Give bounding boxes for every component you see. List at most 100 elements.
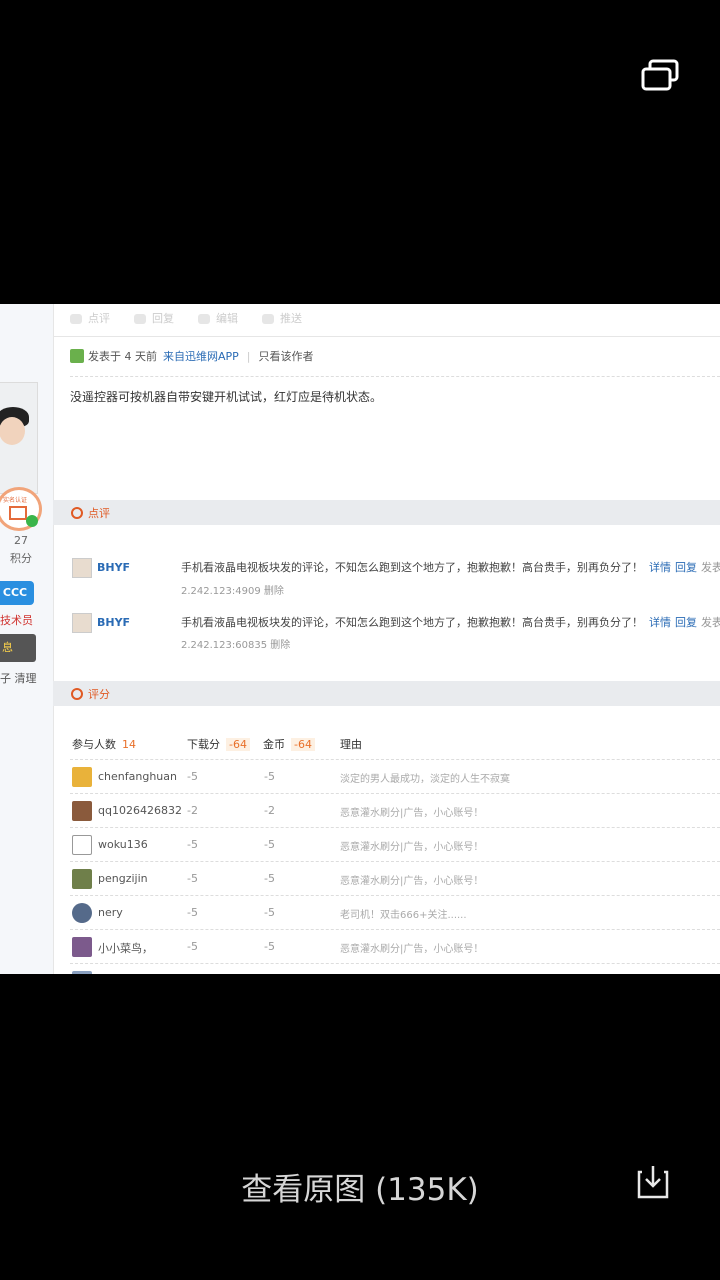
download-label: 下载分 — [187, 738, 220, 751]
rating-header: 评分 — [53, 681, 720, 706]
rater-name[interactable]: chenfanghuan — [98, 770, 177, 783]
comment-ip: 2.242.123:4909 — [181, 586, 261, 597]
table-row — [70, 963, 720, 974]
avatar[interactable] — [72, 835, 92, 855]
verified-badge-icon: 实名认证 — [0, 487, 42, 531]
coin-score: -5 — [264, 770, 275, 783]
detail-link[interactable]: 详情 — [649, 616, 671, 629]
avatar[interactable] — [72, 937, 92, 957]
message-button[interactable]: 息 — [0, 634, 36, 662]
reason-header: 理由 — [340, 738, 362, 751]
rating-reason: 淡定的男人最成功，淡定的人生不寂寞 — [340, 774, 510, 785]
window-restore-icon[interactable] — [640, 58, 680, 92]
comment-author[interactable]: BHYF — [97, 561, 130, 574]
table-row: chenfanghuan -5 -5 淡定的男人最成功，淡定的人生不寂寞 — [70, 759, 720, 794]
screenshot-image: 实名认证 27 积分 CCC 技术员 息 子 清理 点评 回复 编辑 推送 发表… — [0, 304, 720, 974]
rater-name[interactable]: nery — [98, 906, 123, 919]
download-score: -5 — [187, 770, 198, 783]
avatar[interactable] — [72, 767, 92, 787]
coins-label: 金币 — [263, 738, 285, 751]
download-score: -5 — [187, 838, 198, 851]
table-row: pengzijin -5 -5 恶意灌水刷分|广告，小心账号！ — [70, 861, 720, 896]
points-label: 积分 — [10, 552, 32, 565]
reply-link[interactable]: 回复 — [675, 616, 697, 629]
reply-button[interactable]: 回复 — [134, 310, 174, 326]
divider — [70, 376, 720, 377]
source-link[interactable]: 来自迅维网APP — [163, 348, 239, 364]
comments-header: 点评 — [53, 500, 720, 525]
comment-ip: 2.242.123:60835 — [181, 640, 268, 651]
download-score: -5 — [187, 872, 198, 885]
download-score: -5 — [187, 940, 198, 953]
rating-reason: 恶意灌水刷分|广告，小心账号！ — [340, 842, 484, 853]
download-header: 下载分 -64 — [187, 736, 250, 752]
avatar[interactable] — [72, 558, 92, 578]
coin-score: -5 — [264, 872, 275, 885]
comment-author[interactable]: BHYF — [97, 616, 130, 629]
coin-score: -5 — [264, 940, 275, 953]
circle-icon — [71, 688, 83, 700]
push-button[interactable]: 推送 — [262, 310, 302, 326]
mobile-icon — [70, 349, 84, 363]
rater-name[interactable]: qq1026426832 — [98, 804, 182, 817]
coin-score: -2 — [264, 804, 275, 817]
participants-header: 参与人数 14 — [72, 736, 136, 752]
coins-total: -64 — [291, 738, 315, 751]
comment-meta: 2.242.123:60835 删除 — [181, 636, 290, 651]
comment-button[interactable]: 点评 — [70, 310, 110, 326]
download-total: -64 — [226, 738, 250, 751]
comment-body: 手机看液晶电视板块发的评论，不知怎么跑到这个地方了，抱歉抱歉！高台贵手，别再负分… — [181, 616, 643, 629]
coin-score: -5 — [264, 838, 275, 851]
verified-label: 实名认证 — [3, 497, 28, 504]
table-row: 小小菜鸟， -5 -5 恶意灌水刷分|广告，小心账号！ — [70, 929, 720, 964]
comment-tail: 发表 — [701, 561, 720, 574]
download-score: -2 — [187, 804, 198, 817]
only-author-link[interactable]: 只看该作者 — [259, 348, 314, 364]
divider — [53, 336, 720, 337]
comment-body: 手机看液晶电视板块发的评论，不知怎么跑到这个地方了，抱歉抱歉！高台贵手，别再负分… — [181, 561, 643, 574]
comment-tail: 发表 — [701, 616, 720, 629]
detail-link[interactable]: 详情 — [649, 561, 671, 574]
avatar[interactable] — [72, 903, 92, 923]
delete-link[interactable]: 删除 — [270, 640, 290, 651]
post-toolbar: 点评 回复 编辑 推送 — [70, 310, 302, 326]
avatar[interactable] — [72, 613, 92, 633]
coins-header: 金币 -64 — [263, 736, 315, 752]
post-time: 发表于 4 天前 — [88, 350, 157, 363]
edit-button[interactable]: 编辑 — [198, 310, 238, 326]
rating-title: 评分 — [88, 688, 110, 701]
avatar[interactable] — [72, 869, 92, 889]
download-score: -5 — [187, 906, 198, 919]
participants-label: 参与人数 — [72, 738, 116, 751]
circle-icon — [71, 507, 83, 519]
post-body: 没遥控器可按机器自带安键开机试试，红灯应是待机状态。 — [70, 390, 383, 404]
participants-count: 14 — [122, 738, 136, 751]
rating-reason: 老司机！双击666+关注...... — [340, 910, 467, 921]
rater-name[interactable]: woku136 — [98, 838, 148, 851]
rater-name[interactable]: pengzijin — [98, 872, 148, 885]
coin-score: -5 — [264, 906, 275, 919]
download-icon[interactable] — [636, 1164, 670, 1200]
reply-link[interactable]: 回复 — [675, 561, 697, 574]
comment-text: 手机看液晶电视板块发的评论，不知怎么跑到这个地方了，抱歉抱歉！高台贵手，别再负分… — [181, 614, 720, 630]
post-info: 发表于 4 天前 来自迅维网APP | 只看该作者 — [70, 348, 314, 364]
view-original-button[interactable]: 查看原图 (135K) — [0, 1164, 720, 1209]
points-value: 27 — [14, 534, 28, 547]
rater-name[interactable]: 小小菜鸟， — [98, 940, 153, 956]
user-sidebar: 实名认证 27 积分 CCC 技术员 息 子 清理 — [0, 304, 54, 974]
avatar — [0, 382, 38, 494]
level-badge: CCC — [0, 581, 34, 605]
rating-reason: 恶意灌水刷分|广告，小心账号！ — [340, 808, 484, 819]
avatar[interactable] — [72, 971, 92, 974]
comments-title: 点评 — [88, 507, 110, 520]
comment-meta: 2.242.123:4909 删除 — [181, 582, 284, 597]
rating-reason: 恶意灌水刷分|广告，小心账号！ — [340, 876, 484, 887]
comment-text: 手机看液晶电视板块发的评论，不知怎么跑到这个地方了，抱歉抱歉！高台贵手，别再负分… — [181, 559, 720, 575]
sidebar-tail-text: 子 清理 — [0, 672, 37, 685]
table-row: nery -5 -5 老司机！双击666+关注...... — [70, 895, 720, 930]
rating-reason: 恶意灌水刷分|广告，小心账号！ — [340, 944, 484, 955]
table-row: qq1026426832 -2 -2 恶意灌水刷分|广告，小心账号！ — [70, 793, 720, 828]
table-row: woku136 -5 -5 恶意灌水刷分|广告，小心账号！ — [70, 827, 720, 862]
delete-link[interactable]: 删除 — [264, 586, 284, 597]
avatar[interactable] — [72, 801, 92, 821]
